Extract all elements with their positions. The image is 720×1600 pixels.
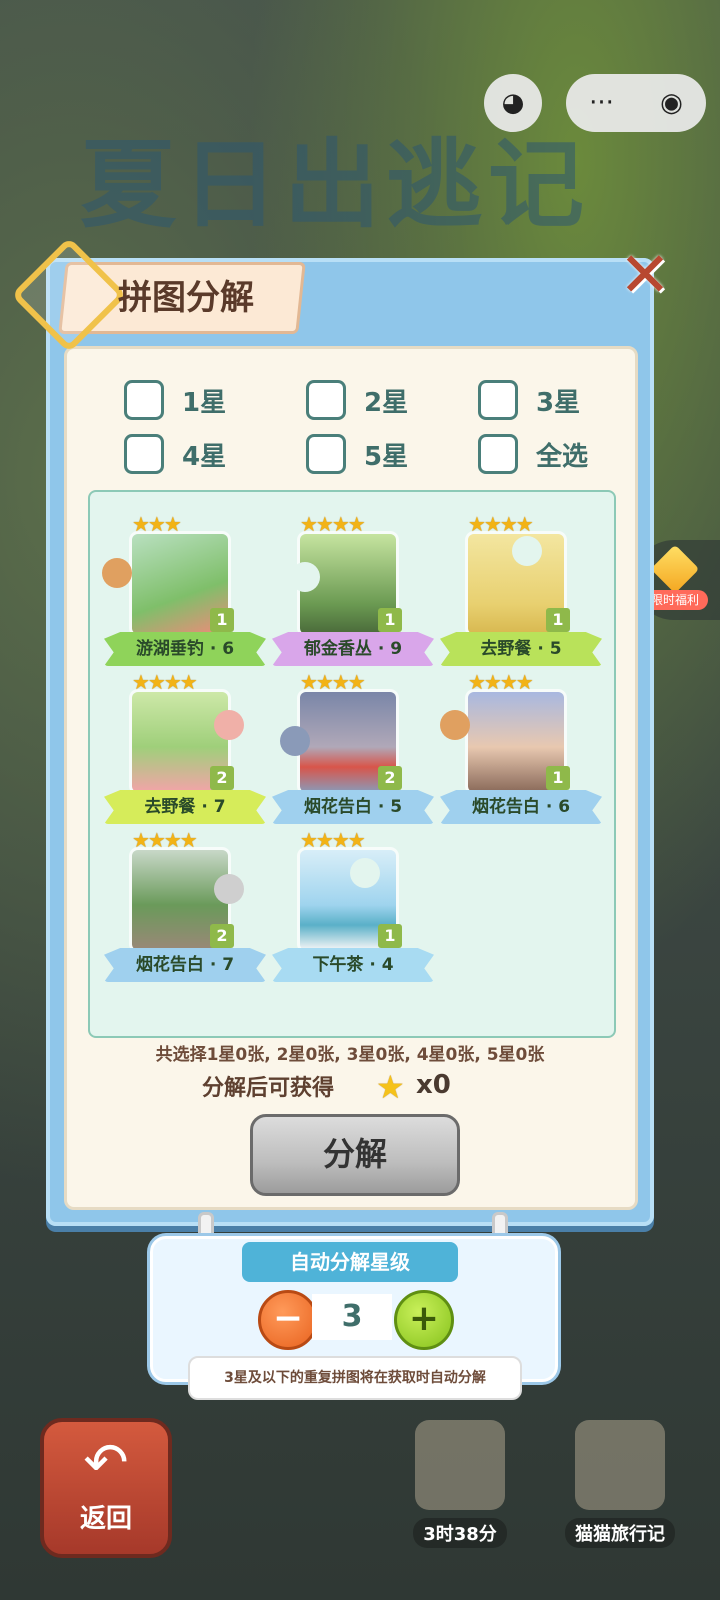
puzzle-knob xyxy=(440,710,470,740)
timer-card-image xyxy=(415,1420,505,1510)
puzzle-card[interactable]: ★★★★ 2 烟花告白 · 5 xyxy=(272,670,434,830)
puzzle-name: 下午茶 · 4 xyxy=(272,948,434,982)
close-button[interactable]: ✕ xyxy=(616,244,674,306)
puzzle-grid: ★★★ 1 游湖垂钓 · 6 ★★★★ 1 郁金香丛 · 9 ★★★★ 1 去野… xyxy=(88,490,616,1038)
puzzle-knob xyxy=(280,726,310,756)
puzzle-name: 游湖垂钓 · 6 xyxy=(104,632,266,666)
diamond-icon xyxy=(11,237,127,353)
star-rating: ★★★★ xyxy=(132,670,198,694)
filter-label: 2星 xyxy=(364,387,409,418)
filter-2-star[interactable]: 2星 xyxy=(306,380,408,420)
back-arrow-icon: ↶ xyxy=(83,1431,129,1494)
auto-decompose-level: 3 xyxy=(312,1294,392,1340)
gem-icon xyxy=(650,544,700,594)
checkbox-icon xyxy=(478,380,518,420)
decompose-button[interactable]: 分解 xyxy=(250,1114,460,1196)
filter-label: 1星 xyxy=(182,387,227,418)
duplicate-count: 1 xyxy=(546,766,570,790)
star-rating: ★★★★ xyxy=(132,828,198,852)
auto-decompose-tip: 3星及以下的重复拼图将在获取时自动分解 xyxy=(188,1356,522,1400)
back-button[interactable]: ↶ 返回 xyxy=(40,1418,172,1558)
filter-label: 4星 xyxy=(182,441,227,472)
gain-row: 分解后可获得 ★ x0 xyxy=(202,1068,502,1106)
puzzle-card[interactable]: ★★★ 1 游湖垂钓 · 6 xyxy=(102,512,266,672)
target-icon[interactable]: ◉ xyxy=(660,88,683,118)
puzzle-name: 烟花告白 · 6 xyxy=(440,790,602,824)
auto-decompose-title: 自动分解星级 xyxy=(242,1242,458,1282)
cat-travel-card[interactable]: 猫猫旅行记 xyxy=(560,1420,680,1550)
filter-3-star[interactable]: 3星 xyxy=(478,380,580,420)
duplicate-count: 1 xyxy=(210,608,234,632)
star-rating: ★★★★ xyxy=(300,828,366,852)
duplicate-count: 2 xyxy=(210,924,234,948)
decrease-level-button[interactable]: − xyxy=(258,1290,318,1350)
star-rating: ★★★ xyxy=(132,512,182,536)
puzzle-name: 郁金香丛 · 9 xyxy=(272,632,434,666)
checkbox-icon xyxy=(478,434,518,474)
star-rating: ★★★★ xyxy=(468,512,534,536)
cat-travel-image xyxy=(575,1420,665,1510)
increase-level-button[interactable]: + xyxy=(394,1290,454,1350)
puzzle-knob xyxy=(350,858,380,888)
checkbox-icon xyxy=(306,434,346,474)
filter-select-all[interactable]: 全选 xyxy=(478,434,588,474)
puzzle-card[interactable]: ★★★★ 1 烟花告白 · 6 xyxy=(440,670,602,830)
puzzle-card[interactable]: ★★★★ 1 下午茶 · 4 xyxy=(272,828,434,988)
puzzle-knob xyxy=(214,710,244,740)
pacman-icon: ◕ xyxy=(501,88,525,118)
duplicate-count: 1 xyxy=(378,924,402,948)
duplicate-count: 2 xyxy=(210,766,234,790)
duplicate-count: 1 xyxy=(378,608,402,632)
filter-label: 5星 xyxy=(364,441,409,472)
filter-label: 全选 xyxy=(536,441,589,472)
duplicate-count: 2 xyxy=(378,766,402,790)
selection-summary: 共选择1星0张, 2星0张, 3星0张, 4星0张, 5星0张 xyxy=(155,1045,545,1065)
checkbox-icon xyxy=(306,380,346,420)
filter-label: 3星 xyxy=(536,387,581,418)
filter-1-star[interactable]: 1星 xyxy=(124,380,226,420)
puzzle-knob xyxy=(102,558,132,588)
puzzle-knob xyxy=(214,874,244,904)
star-icon: ★ xyxy=(376,1068,405,1106)
filter-5-star[interactable]: 5星 xyxy=(306,434,408,474)
star-rating: ★★★★ xyxy=(300,670,366,694)
cat-travel-label: 猫猫旅行记 xyxy=(565,1518,675,1548)
star-rating: ★★★★ xyxy=(468,670,534,694)
puzzle-name: 去野餐 · 7 xyxy=(104,790,266,824)
game-title-watermark: 夏日出逃记 xyxy=(80,129,590,241)
filter-4-star[interactable]: 4星 xyxy=(124,434,226,474)
dialog-title-ribbon: 拼图分解 xyxy=(11,237,306,353)
gain-value: x0 xyxy=(416,1070,451,1100)
puzzle-knob xyxy=(512,536,542,566)
puzzle-name: 烟花告白 · 5 xyxy=(272,790,434,824)
puzzle-card[interactable]: ★★★★ 1 去野餐 · 5 xyxy=(440,512,602,672)
duplicate-count: 1 xyxy=(546,608,570,632)
more-dots-icon[interactable]: ··· xyxy=(589,88,614,118)
timer-card[interactable]: 3时38分 xyxy=(400,1420,520,1550)
puzzle-card[interactable]: ★★★★ 2 去野餐 · 7 xyxy=(104,670,266,830)
star-rating: ★★★★ xyxy=(300,512,366,536)
puzzle-knob xyxy=(290,562,320,592)
pacman-button[interactable]: ◕ xyxy=(484,74,542,132)
checkbox-icon xyxy=(124,434,164,474)
gain-label: 分解后可获得 xyxy=(202,1076,335,1101)
puzzle-card[interactable]: ★★★★ 1 郁金香丛 · 9 xyxy=(272,512,434,672)
dialog-title: 拼图分解 xyxy=(118,278,254,318)
back-label: 返回 xyxy=(79,1504,132,1534)
checkbox-icon xyxy=(124,380,164,420)
puzzle-name: 烟花告白 · 7 xyxy=(104,948,266,982)
timer-label: 3时38分 xyxy=(413,1518,507,1548)
puzzle-card[interactable]: ★★★★ 2 烟花告白 · 7 xyxy=(104,828,266,988)
mini-program-capsule: ··· ◉ xyxy=(566,74,706,132)
puzzle-name: 去野餐 · 5 xyxy=(440,632,602,666)
